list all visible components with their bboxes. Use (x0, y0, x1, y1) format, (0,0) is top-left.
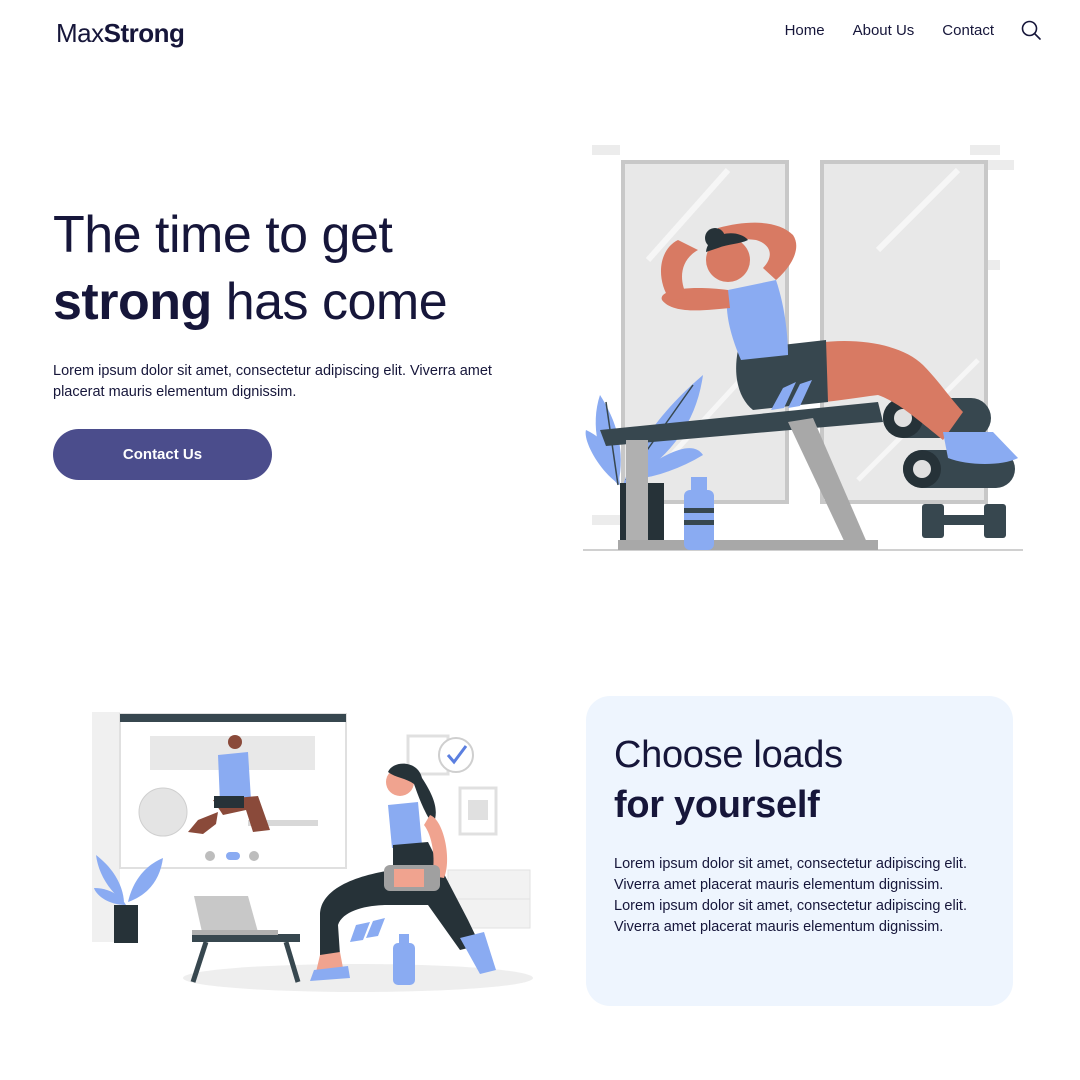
search-icon[interactable] (1020, 19, 1042, 41)
hero-title: The time to get strong has come (53, 202, 573, 336)
brand-logo[interactable]: MaxStrong (56, 18, 185, 49)
nav-contact-link[interactable]: Contact (942, 22, 994, 39)
hero-description: Lorem ipsum dolor sit amet, consectetur … (53, 363, 492, 400)
site-header: MaxStrong Home About Us Contact (0, 0, 1080, 66)
feature-paragraph-2: Lorem ipsum dolor sit amet, consectetur … (614, 898, 967, 935)
hero-title-bold: strong (53, 273, 212, 331)
contact-us-button[interactable]: Contact Us (53, 429, 272, 480)
nav-about-link[interactable]: About Us (853, 22, 915, 39)
nav-home-link[interactable]: Home (785, 22, 825, 39)
feature-paragraph-1: Lorem ipsum dolor sit amet, consectetur … (614, 856, 967, 893)
feature-title: Choose loads for yourself (614, 730, 843, 830)
brand-name-light: Max (56, 18, 104, 48)
feature-card: Choose loads for yourself Lorem ipsum do… (586, 696, 1013, 1006)
brand-name-bold: Strong (103, 18, 185, 48)
feature-text: Lorem ipsum dolor sit amet, consectetur … (614, 854, 986, 938)
hero-title-rest: has come (211, 273, 448, 331)
hero-title-line1: The time to get (53, 206, 393, 264)
feature-title-line2: for yourself (614, 784, 820, 826)
main-nav: Home About Us Contact (785, 22, 994, 39)
feature-title-line1: Choose loads (614, 734, 843, 776)
gym-situp-illustration (583, 145, 1023, 551)
online-workout-illustration (92, 712, 533, 992)
